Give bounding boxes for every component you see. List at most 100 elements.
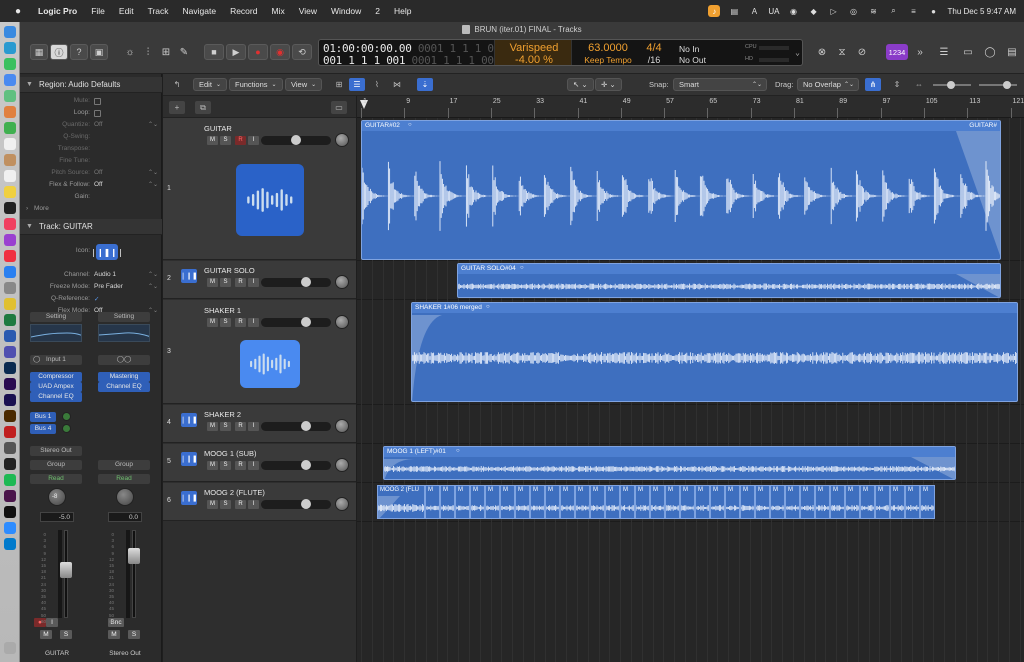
mute-button[interactable]: M (207, 318, 218, 327)
audio-region[interactable]: M (815, 485, 830, 519)
audio-region[interactable]: M (755, 485, 770, 519)
audio-region[interactable]: M (485, 485, 500, 519)
audio-region[interactable]: M (620, 485, 635, 519)
solo-button[interactable]: S (220, 500, 231, 509)
global-tracks-icon[interactable]: ▭ (331, 101, 347, 114)
mute-button[interactable]: M (207, 422, 218, 431)
audio-region[interactable]: GUITAR#02 ○ GUITAR# (361, 120, 1001, 260)
volume-knob[interactable] (301, 421, 311, 431)
input-monitor-button[interactable]: I (248, 318, 259, 327)
waveform-icon[interactable]: ❘❙❚ (180, 413, 198, 427)
param-checkbox[interactable] (94, 98, 101, 105)
maps-icon[interactable] (4, 90, 16, 102)
solo-button[interactable]: S (220, 461, 231, 470)
menu-app[interactable]: Logic Pro (38, 6, 77, 16)
diamond-icon[interactable]: ◆ (808, 5, 820, 17)
audio-region[interactable]: GUITAR SOLO#04 ○ (457, 263, 1001, 298)
audio-region[interactable]: M (530, 485, 545, 519)
insert-mastering[interactable]: Mastering (98, 372, 150, 382)
volume-fader[interactable] (60, 562, 72, 578)
photoshop-icon[interactable] (4, 362, 16, 374)
edit-menu[interactable]: Edit ⌄ (193, 78, 227, 91)
more-row[interactable]: › More (20, 204, 162, 216)
input-button[interactable]: ◯ Input 1 (30, 355, 82, 365)
record-button[interactable]: R (235, 318, 246, 327)
volume-value[interactable]: -5.0 (40, 512, 74, 522)
terminal-icon[interactable] (4, 506, 16, 518)
waveform-icon[interactable]: ❘❙❚❙❘ (90, 244, 124, 260)
settings-icon[interactable] (4, 282, 16, 294)
volume-knob[interactable] (291, 135, 301, 145)
menu-window[interactable]: Window (331, 6, 361, 16)
audio-region[interactable]: M (740, 485, 755, 519)
send-bus-4[interactable]: Bus 4 (30, 424, 56, 434)
eq-display[interactable] (30, 324, 82, 342)
vertical-zoom-icon[interactable]: ⇕ (889, 78, 905, 91)
audio-region[interactable]: M (860, 485, 875, 519)
track-pan-knob[interactable] (335, 497, 349, 511)
track-header[interactable]: ▼ Track: GUITAR (20, 219, 162, 235)
tempo-value[interactable]: 63.0000 (577, 42, 639, 54)
list-view-icon[interactable]: ☰ (349, 78, 365, 91)
menu-view[interactable]: View (299, 6, 317, 16)
mute-button[interactable]: M (207, 136, 218, 145)
solo-button[interactable]: S (60, 630, 72, 639)
pan-knob[interactable] (116, 488, 134, 506)
cycle-button[interactable]: ⟲ (292, 44, 312, 60)
track-name[interactable]: SHAKER 2 (204, 410, 241, 419)
appstore-icon[interactable] (4, 266, 16, 278)
track-pan-knob[interactable] (335, 133, 349, 147)
slack-icon[interactable] (4, 490, 16, 502)
loops-icon[interactable]: ◯ (982, 44, 998, 60)
track-volume-slider[interactable] (261, 421, 331, 431)
insert-channel-eq[interactable]: Channel EQ (98, 382, 150, 392)
solo-button[interactable]: S (220, 318, 231, 327)
track-pan-knob[interactable] (335, 458, 349, 472)
param-value[interactable]: ✓ (94, 295, 99, 303)
automation-read[interactable]: Read (30, 474, 82, 484)
photos-icon[interactable] (4, 106, 16, 118)
strip-name[interactable]: Stereo Out (92, 650, 158, 657)
shield-icon[interactable]: ◉ (788, 5, 800, 17)
track-name[interactable]: GUITAR (204, 124, 232, 133)
audio-region[interactable]: M (455, 485, 470, 519)
audio-region[interactable]: M (650, 485, 665, 519)
volume-knob[interactable] (301, 277, 311, 287)
audio-region[interactable]: SHAKER 1#06 merged ○ (411, 302, 1018, 402)
focus-icon[interactable]: ◎ (848, 5, 860, 17)
mute-button[interactable]: M (40, 630, 52, 639)
pencil-icon[interactable]: ✎ (176, 44, 192, 60)
tempo-mode[interactable]: Keep Tempo (577, 55, 639, 65)
browser-icon[interactable]: ▤ (1004, 44, 1020, 60)
send-bus-4-knob[interactable] (62, 424, 71, 433)
stepper-icon[interactable]: ⌃⌄ (148, 271, 158, 278)
horizontal-zoom-slider[interactable] (977, 78, 1019, 91)
record-button[interactable]: R (235, 278, 246, 287)
audio-region[interactable]: M (425, 485, 440, 519)
duplicate-track-icon[interactable]: ⧉ (195, 101, 211, 114)
acrobat-icon[interactable] (4, 426, 16, 438)
volume-knob[interactable] (301, 317, 311, 327)
microphone-icon[interactable]: ♪ (708, 5, 721, 17)
insert-channel-eq[interactable]: Channel EQ (30, 392, 82, 402)
track-pan-knob[interactable] (335, 315, 349, 329)
inspector-button[interactable]: ⓘ (50, 44, 68, 60)
audio-region[interactable]: M (605, 485, 620, 519)
track-name[interactable]: MOOG 1 (SUB) (204, 449, 257, 458)
finder-icon[interactable] (4, 26, 16, 38)
audio-region[interactable]: M (665, 485, 680, 519)
secondary-tool[interactable]: ✛ ⌄ (595, 78, 622, 91)
audio-region[interactable]: M (875, 485, 890, 519)
waveform-icon[interactable]: ❘❙❚ (180, 269, 198, 283)
stop-button[interactable]: ■ (204, 44, 224, 60)
back-arrow-icon[interactable]: ↰ (169, 78, 185, 91)
clipboard-icon[interactable]: ▤ (728, 5, 740, 17)
track-pan-knob[interactable] (335, 275, 349, 289)
audio-region[interactable]: M (500, 485, 515, 519)
menu-help[interactable]: Help (394, 6, 411, 16)
logic-icon[interactable] (4, 458, 16, 470)
track-row[interactable]: 4 ❘❙❚ SHAKER 2 MSRI (163, 405, 356, 443)
audio-region[interactable]: M (920, 485, 935, 519)
font-icon[interactable]: A (748, 5, 760, 17)
param-value[interactable]: Off (94, 169, 103, 176)
